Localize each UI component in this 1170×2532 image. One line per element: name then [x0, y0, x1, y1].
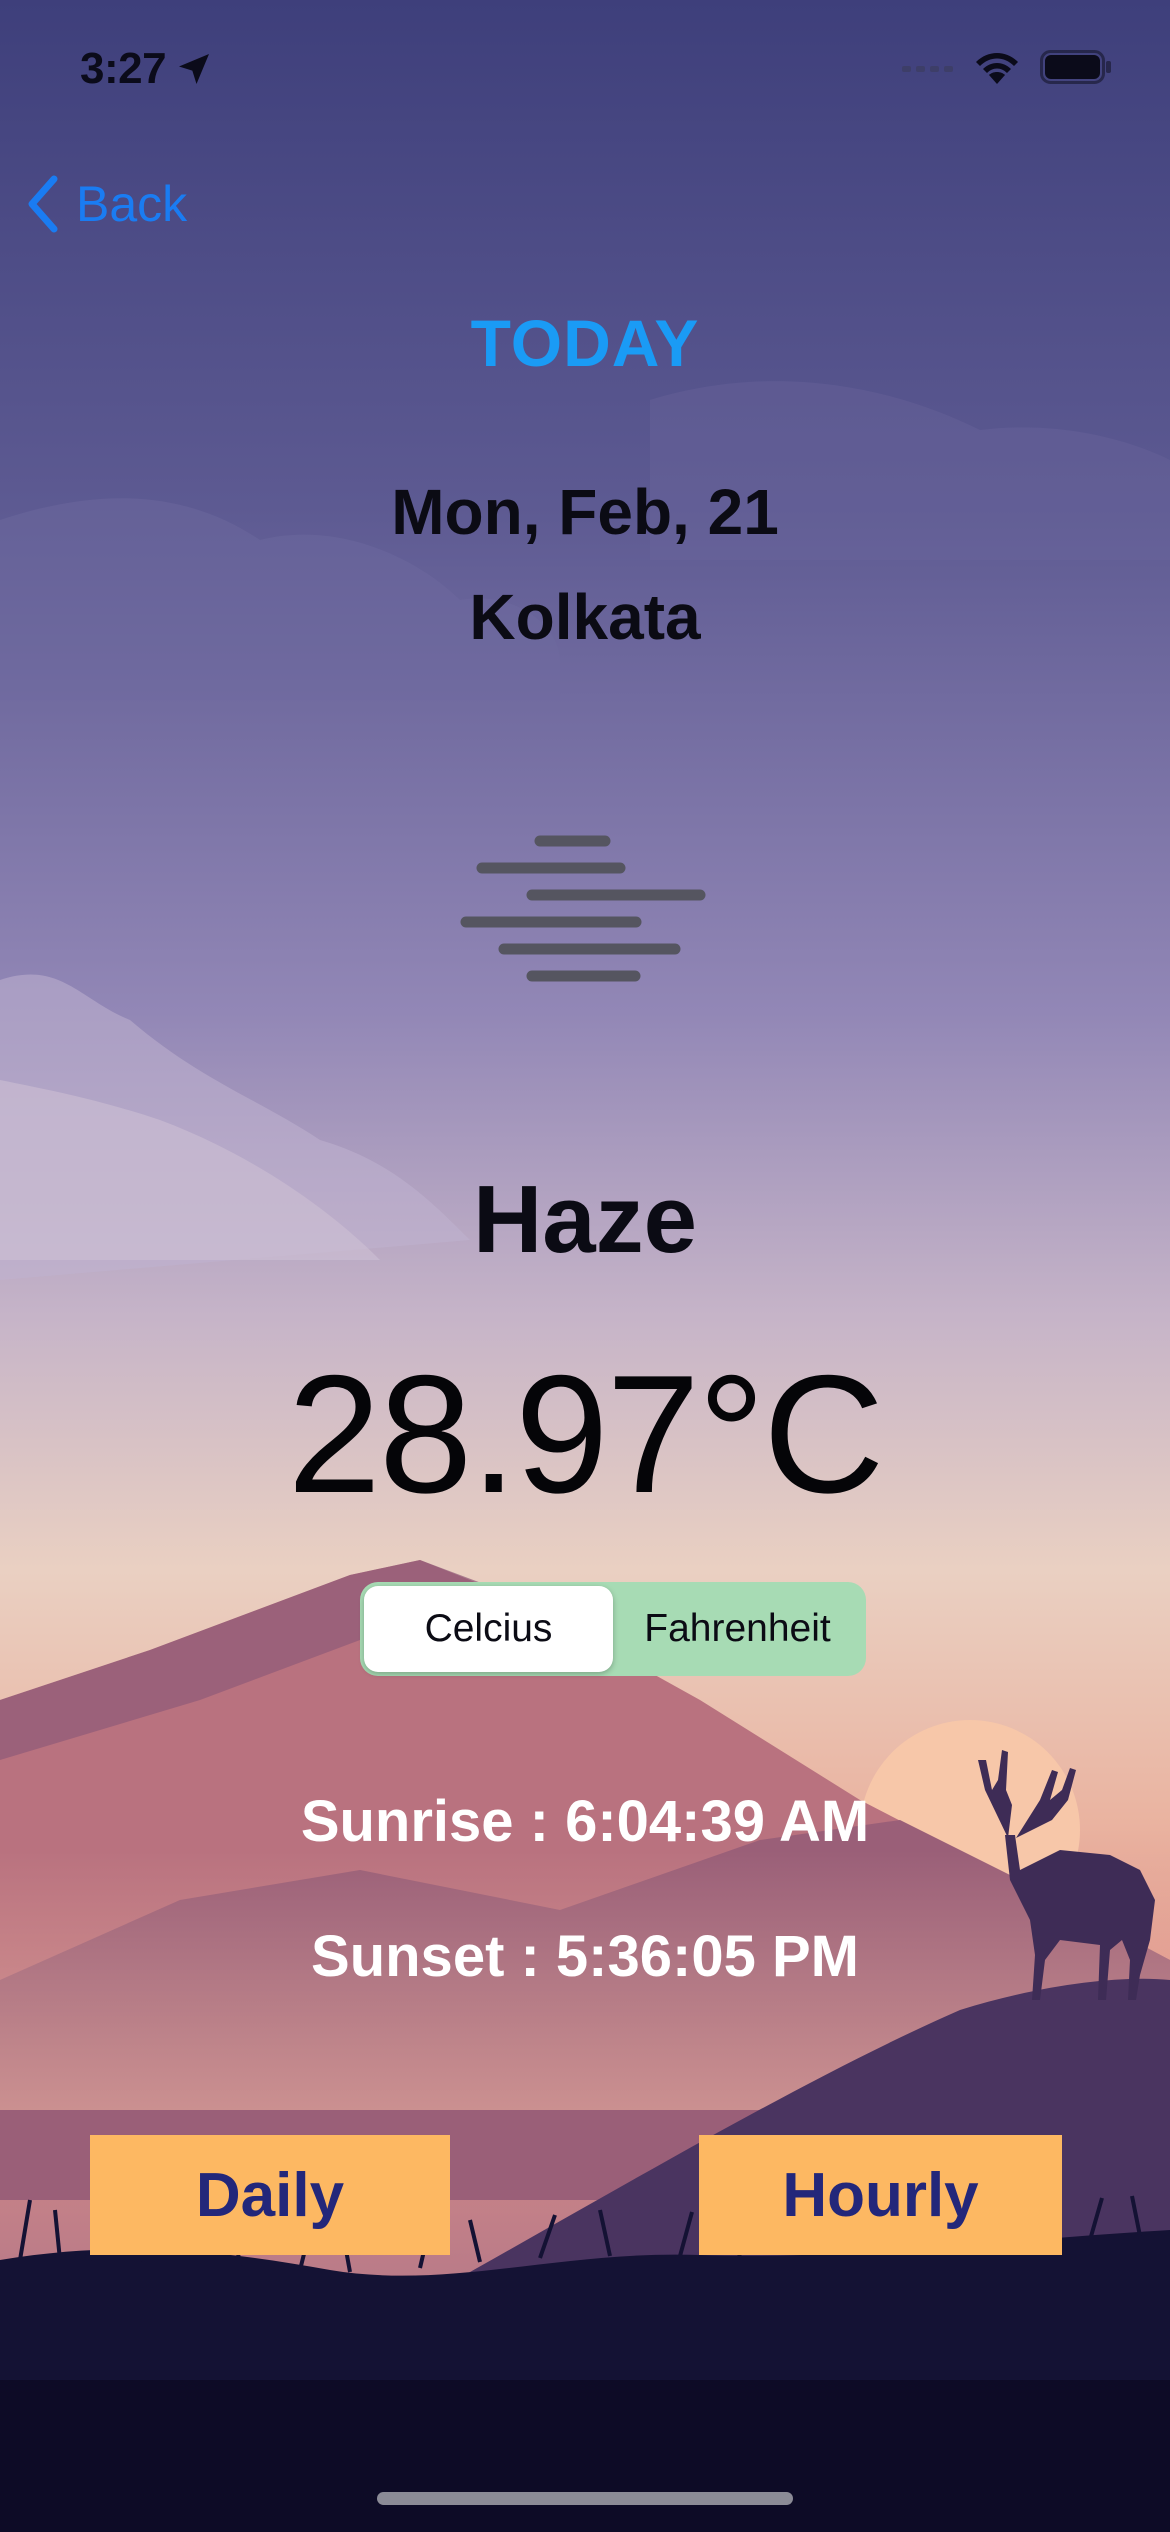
- weather-date: Mon, Feb, 21: [391, 476, 779, 548]
- unit-option-celcius[interactable]: Celcius: [364, 1586, 613, 1672]
- cellular-signal-icon: [902, 66, 953, 72]
- battery-icon: [1040, 50, 1111, 84]
- status-bar-indicators: [902, 50, 1112, 84]
- daily-button[interactable]: Daily: [90, 2135, 450, 2255]
- unit-segmented-control: Celcius Fahrenheit: [360, 1582, 866, 1676]
- haze-icon: [460, 835, 706, 982]
- status-time-text: 3:27: [80, 44, 167, 93]
- back-button-label: Back: [76, 176, 188, 232]
- weather-condition: Haze: [472, 1166, 698, 1273]
- weather-screen: 3:27 Back TODAY Mon, Feb, 21 Kolkata Haz…: [0, 0, 1170, 2532]
- back-button[interactable]: Back: [26, 175, 187, 233]
- location-arrow-icon: [179, 54, 210, 84]
- hourly-button[interactable]: Hourly: [699, 2135, 1062, 2255]
- sunset-time: Sunset : 5:36:05 PM: [311, 1924, 859, 1989]
- weather-city: Kolkata: [469, 581, 701, 653]
- temperature-value: 28.97°C: [287, 1340, 885, 1528]
- chevron-left-icon: [28, 175, 58, 233]
- home-indicator[interactable]: [377, 2492, 793, 2505]
- wifi-icon: [976, 53, 1018, 84]
- page-title: TODAY: [470, 306, 700, 380]
- unit-option-fahrenheit[interactable]: Fahrenheit: [613, 1586, 862, 1672]
- sunrise-time: Sunrise : 6:04:39 AM: [300, 1789, 870, 1854]
- status-bar-time: 3:27: [80, 44, 214, 94]
